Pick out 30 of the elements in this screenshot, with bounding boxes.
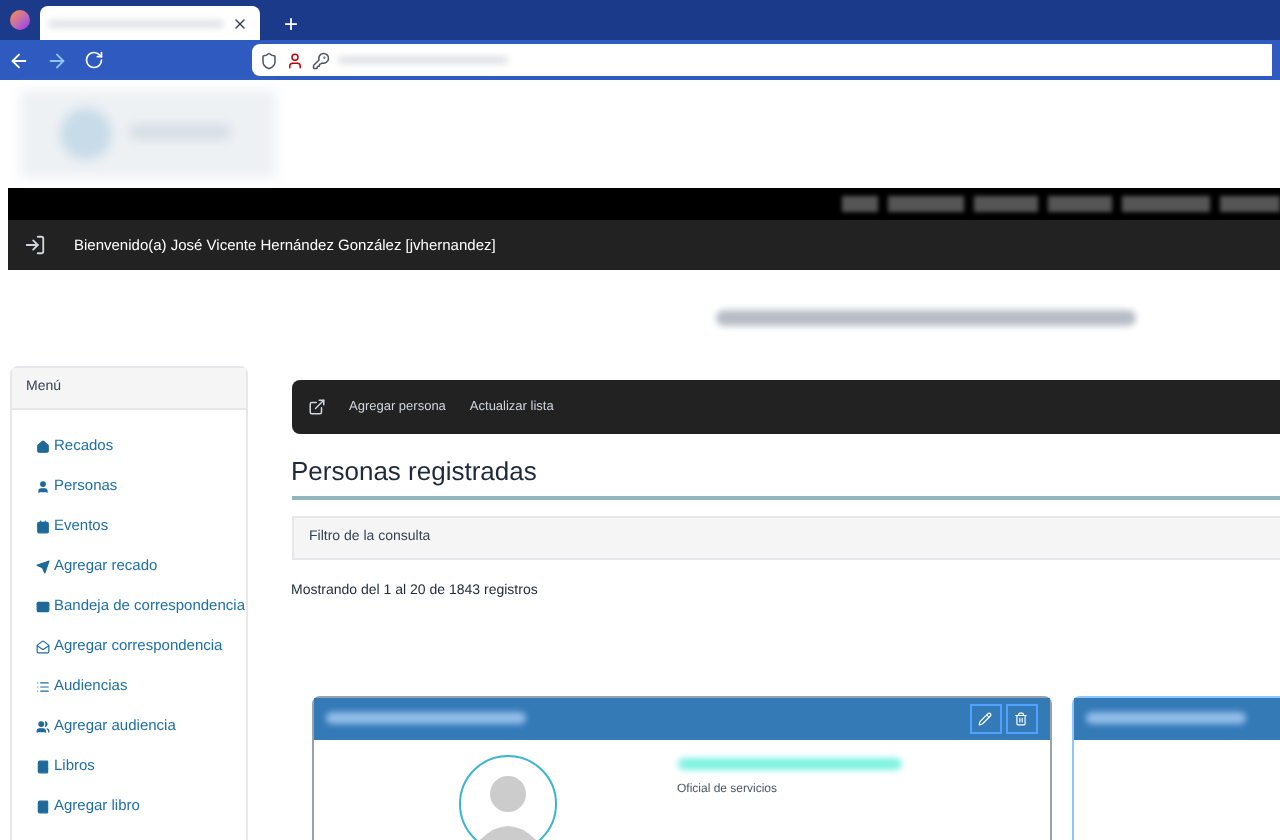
nav-link[interactable] [888, 196, 964, 212]
close-icon[interactable] [232, 15, 248, 31]
user-icon [36, 479, 50, 493]
address-field[interactable] [252, 44, 1272, 76]
house-icon [36, 439, 50, 453]
link-icon [307, 398, 325, 416]
forward-icon[interactable] [46, 49, 68, 71]
delete-button[interactable] [1005, 703, 1037, 733]
shield-icon [260, 51, 278, 69]
nav-link[interactable] [1220, 196, 1280, 212]
browser-logo-icon [10, 10, 30, 30]
pencil-icon [978, 711, 992, 725]
list-icon [36, 679, 50, 693]
reload-icon[interactable] [84, 50, 104, 70]
users-icon [36, 719, 50, 733]
edit-button[interactable] [969, 703, 1001, 733]
envelope-outline-icon [36, 639, 50, 653]
trash-icon [1014, 711, 1028, 725]
nav-link[interactable] [842, 196, 878, 212]
logout-icon[interactable] [24, 234, 46, 256]
back-icon[interactable] [8, 49, 30, 71]
section-heading: Personas registradas [291, 454, 539, 490]
nav-link[interactable] [1122, 196, 1210, 212]
nav-link[interactable] [974, 196, 1038, 212]
nav-link[interactable] [1048, 196, 1112, 212]
calendar-icon [36, 519, 50, 533]
user-icon [286, 51, 304, 69]
paper-plane-icon [36, 559, 50, 573]
new-tab-button[interactable]: + [284, 12, 299, 36]
key-icon [312, 51, 330, 69]
